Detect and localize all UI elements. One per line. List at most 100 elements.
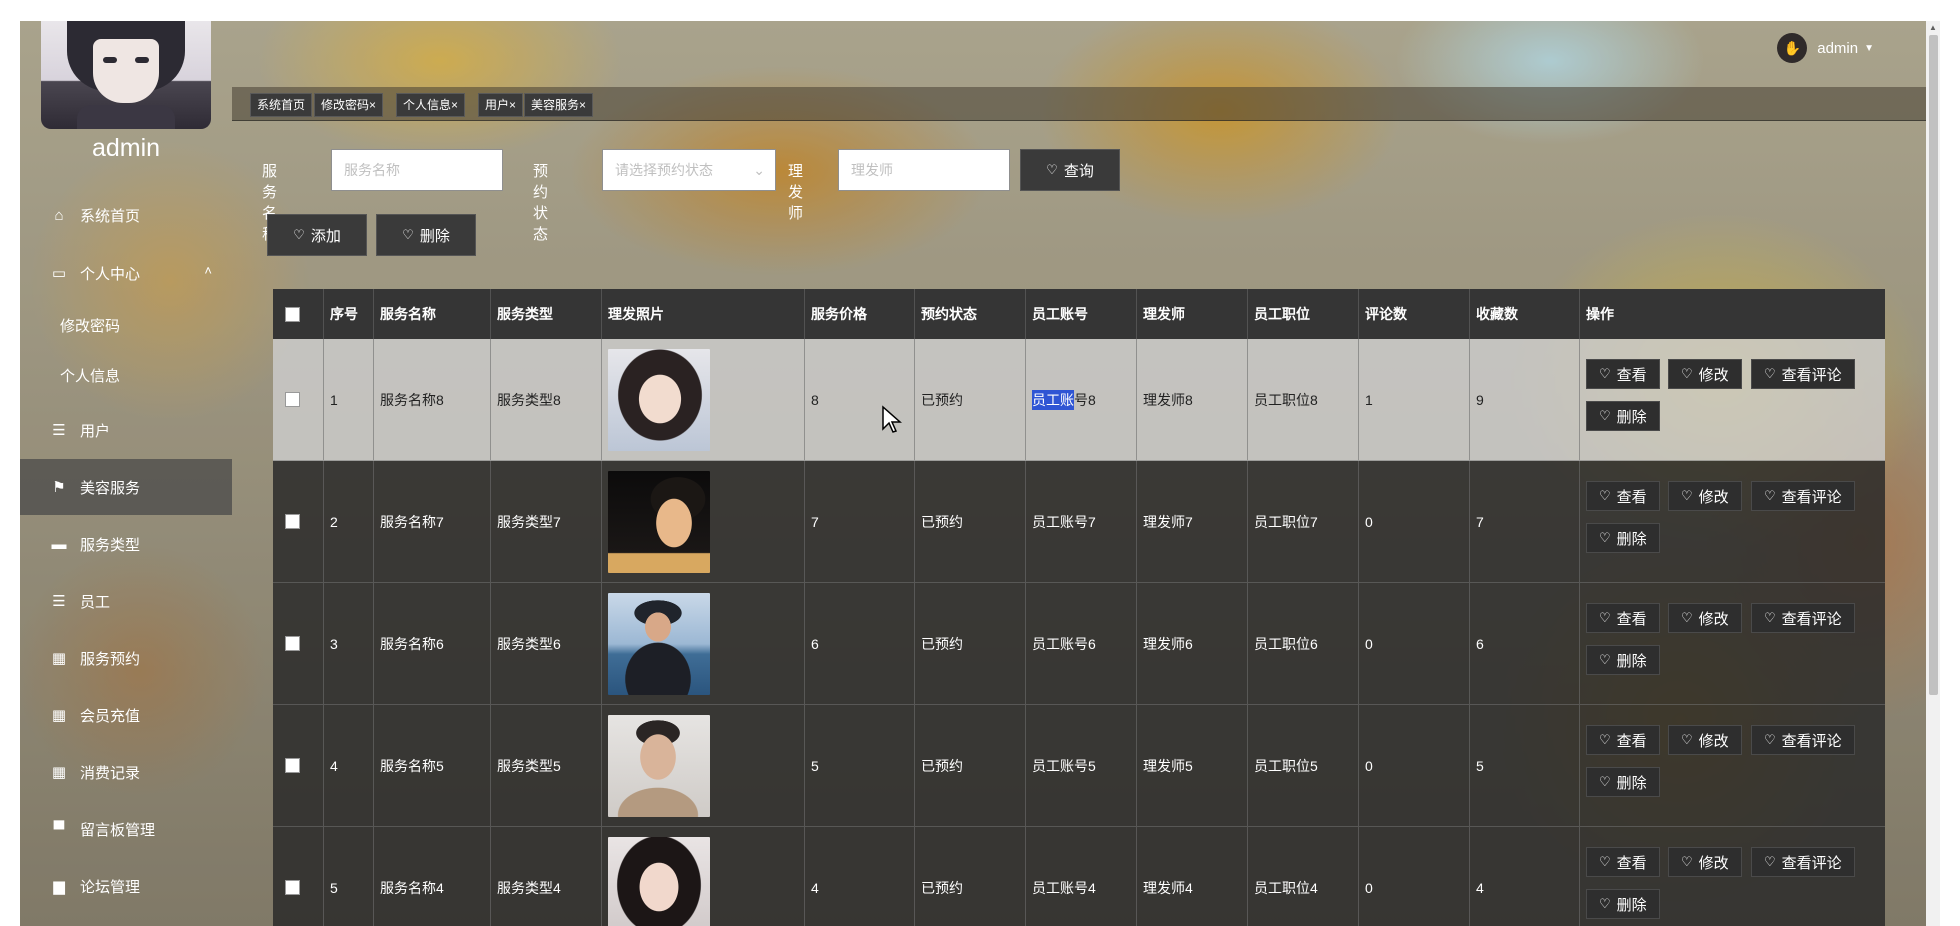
sidebar-item-label: 美容服务 [80, 479, 141, 497]
sidebar-item-service-type[interactable]: ▬ 服务类型 [20, 516, 232, 572]
heart-icon: ♡ [1681, 610, 1693, 625]
row-checkbox[interactable] [285, 636, 300, 651]
admin-name: admin [91, 134, 161, 162]
delete-row-button[interactable]: ♡ 删除 [1586, 523, 1660, 553]
row-number: 4 [323, 705, 373, 826]
view-comments-button[interactable]: ♡ 查看评论 [1751, 725, 1855, 755]
heart-icon: ♡ [1599, 530, 1611, 545]
sidebar-item-label: 服务预约 [80, 650, 141, 668]
user-name: admin [1817, 39, 1859, 57]
edit-button[interactable]: ♡ 修改 [1668, 481, 1742, 511]
sidebar-item-service-booking[interactable]: ▦ 服务预约 [20, 630, 232, 686]
service-name-input[interactable]: 服务名称 [331, 149, 503, 191]
delete-row-button[interactable]: ♡ 删除 [1586, 401, 1660, 431]
query-button[interactable]: ♡ 查询 [1020, 149, 1120, 191]
column-header: 序号 [323, 289, 373, 339]
mouse-cursor-icon [882, 405, 902, 433]
app-window: admin ⌂ 系统首页 ▭ 个人中心 ˄ 修改密码 个人信息 ☰ 用户 ⚑ 美… [20, 21, 1926, 926]
delete-button[interactable]: ♡ 删除 [376, 214, 476, 256]
booking-status: 已预约 [914, 461, 1025, 582]
top-bar: ✋ admin ▼ [232, 21, 1926, 87]
view-comments-button[interactable]: ♡ 查看评论 [1751, 603, 1855, 633]
staff-account: 员工账 号8 [1025, 339, 1136, 460]
sidebar-item-member-recharge[interactable]: ▦ 会员充值 [20, 687, 232, 743]
tab-change-password[interactable]: 修改密码× [314, 93, 384, 117]
delete-row-button[interactable]: ♡ 删除 [1586, 889, 1660, 919]
stylist: 理发师7 [1136, 461, 1247, 582]
view-button[interactable]: ♡ 查看 [1586, 481, 1660, 511]
sidebar-item-label: 用户 [80, 422, 111, 440]
stylist-photo[interactable] [608, 470, 710, 573]
tab-beauty-service[interactable]: 美容服务× [524, 93, 594, 117]
view-comments-button[interactable]: ♡ 查看评论 [1751, 481, 1855, 511]
table-row[interactable]: 1 服务名称8 服务类型8 8 已预约 员工账 号8 理发师8 员工职位8 1 9… [273, 339, 1885, 461]
staff-position: 员工职位8 [1247, 339, 1358, 460]
sidebar-item-change-password[interactable]: 修改密码 [20, 297, 232, 353]
service-type: 服务类型4 [490, 827, 601, 926]
view-comments-button[interactable]: ♡ 查看评论 [1751, 847, 1855, 877]
scrollbar[interactable]: ▲ [1926, 21, 1940, 926]
view-button[interactable]: ♡ 查看 [1586, 603, 1660, 633]
table-row[interactable]: 5 服务名称4 服务类型4 4 已预约 员工账号4 理发师4 员工职位4 0 4… [273, 827, 1885, 926]
sidebar-item-forum[interactable]: ▆ 论坛管理 [20, 858, 232, 914]
heart-icon: ♡ [1046, 162, 1058, 177]
view-button[interactable]: ♡ 查看 [1586, 725, 1660, 755]
comment-count: 0 [1358, 461, 1469, 582]
sidebar-item-personal-center[interactable]: ▭ 个人中心 ˄ [20, 245, 232, 301]
stylist-photo[interactable] [608, 348, 710, 451]
stylist-photo[interactable] [608, 714, 710, 817]
comment-count: 0 [1358, 827, 1469, 926]
row-checkbox[interactable] [285, 880, 300, 895]
sidebar-item-label: 个人信息 [60, 367, 121, 385]
service-price: 6 [804, 583, 914, 704]
edit-button[interactable]: ♡ 修改 [1668, 725, 1742, 755]
sidebar-item-message-board[interactable]: ▀ 留言板管理 [20, 801, 232, 857]
heart-icon: ♡ [1681, 488, 1693, 503]
table-row[interactable]: 2 服务名称7 服务类型7 7 已预约 员工账号7 理发师7 员工职位7 0 7… [273, 461, 1885, 583]
stylist-photo[interactable] [608, 592, 710, 695]
sidebar-item-personal-info[interactable]: 个人信息 [20, 347, 232, 403]
row-checkbox[interactable] [285, 758, 300, 773]
booking-status: 已预约 [914, 705, 1025, 826]
edit-button[interactable]: ♡ 修改 [1668, 603, 1742, 633]
staff-position: 员工职位4 [1247, 827, 1358, 926]
tab-personal-info[interactable]: 个人信息× [396, 93, 466, 117]
view-button[interactable]: ♡ 查看 [1586, 359, 1660, 389]
edit-button[interactable]: ♡ 修改 [1668, 359, 1742, 389]
tab-users[interactable]: 用户× [478, 93, 524, 117]
table-row[interactable]: 4 服务名称5 服务类型5 5 已预约 员工账号5 理发师5 员工职位5 0 5… [273, 705, 1885, 827]
sidebar-item-label: 消费记录 [80, 764, 141, 782]
row-actions: ♡ 查看 ♡ 修改 ♡ 查看评论 ♡ 删除 [1579, 827, 1877, 926]
view-button[interactable]: ♡ 查看 [1586, 847, 1660, 877]
delete-row-button[interactable]: ♡ 删除 [1586, 767, 1660, 797]
sidebar-item-beauty-service[interactable]: ⚑ 美容服务 [20, 459, 232, 515]
sidebar-item-home[interactable]: ⌂ 系统首页 [20, 187, 232, 243]
grid-icon: ▦ [51, 707, 67, 724]
sidebar: admin ⌂ 系统首页 ▭ 个人中心 ˄ 修改密码 个人信息 ☰ 用户 ⚑ 美… [20, 21, 232, 926]
scrollbar-thumb[interactable] [1929, 35, 1938, 695]
sidebar-item-users[interactable]: ☰ 用户 [20, 402, 232, 458]
row-checkbox[interactable] [285, 514, 300, 529]
user-avatar-icon: ✋ [1777, 33, 1808, 63]
booking-status-select[interactable]: 请选择预约状态 ⌄ [602, 149, 776, 191]
tab-home[interactable]: 系统首页 [250, 93, 313, 117]
sidebar-item-consumption[interactable]: ▦ 消费记录 [20, 744, 232, 800]
row-checkbox[interactable] [285, 392, 300, 407]
delete-row-button[interactable]: ♡ 删除 [1586, 645, 1660, 675]
sidebar-item-staff[interactable]: ☰ 员工 [20, 573, 232, 629]
service-price: 5 [804, 705, 914, 826]
table-header: 序号 服务名称 服务类型 理发照片 服务价格 预约状态 员工账号 理发师 员工职… [273, 289, 1885, 339]
edit-button[interactable]: ♡ 修改 [1668, 847, 1742, 877]
stylist-photo[interactable] [608, 836, 710, 926]
column-header: 员工职位 [1247, 289, 1358, 339]
add-button[interactable]: ♡ 添加 [267, 214, 367, 256]
view-comments-button[interactable]: ♡ 查看评论 [1751, 359, 1855, 389]
sidebar-item-label: 个人中心 [80, 265, 141, 283]
user-menu[interactable]: ✋ admin ▼ [1777, 33, 1874, 63]
comment-count: 0 [1358, 705, 1469, 826]
tab-bar: 系统首页 修改密码× 个人信息× 用户× 美容服务× [232, 87, 1926, 121]
heart-icon: ♡ [1599, 408, 1611, 423]
stylist-input[interactable]: 理发师 [838, 149, 1010, 191]
table-row[interactable]: 3 服务名称6 服务类型6 6 已预约 员工账号6 理发师6 员工职位6 0 6… [273, 583, 1885, 705]
select-all-checkbox[interactable] [285, 306, 300, 322]
